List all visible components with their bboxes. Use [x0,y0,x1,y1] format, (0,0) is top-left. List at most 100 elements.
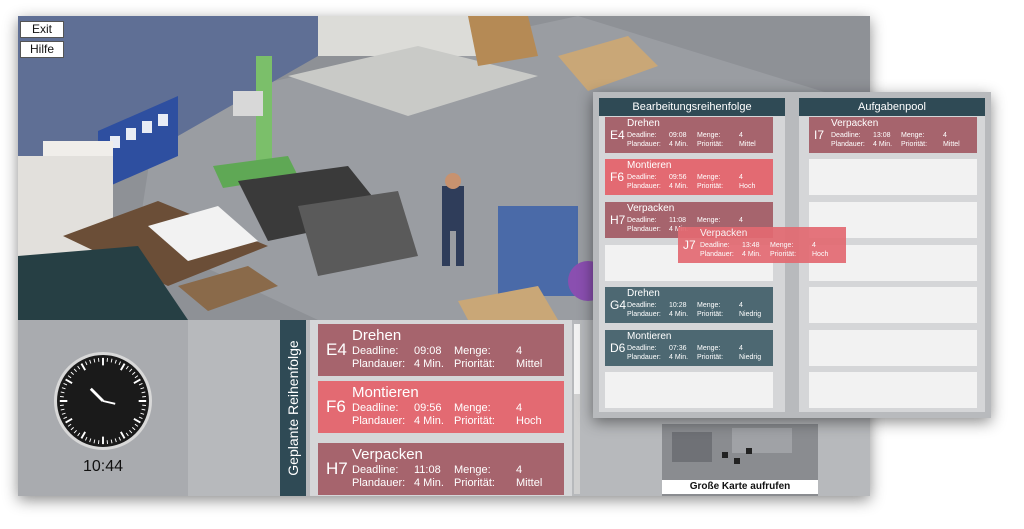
clock-tick [118,361,121,366]
planned-sequence-label: Geplante Reihenfolge [280,320,306,496]
clock-tick [129,368,133,373]
exit-button[interactable]: Exit [20,21,64,38]
clock-tick [141,391,146,394]
clock-tick [63,416,68,419]
duration-label: Plandauer: [627,141,661,148]
queue-card[interactable]: F6 Montieren Deadline: 09:56 Menge: 4 Pland… [318,381,564,433]
deadline-value: 13:48 [742,242,760,249]
task-code: F6 [326,397,346,416]
quantity-label: Menge: [697,132,721,139]
clock-tick [77,432,81,437]
deadline-label: Deadline: [352,464,399,476]
clock-tick [73,368,77,373]
priority-value: Mittel [943,141,960,148]
priority-label: Priorität: [697,141,724,148]
quantity-label: Menge: [454,464,491,476]
quantity-value: 4 [812,242,816,249]
clock-tick [133,378,141,384]
quantity-label: Menge: [697,174,721,181]
deadline-label: Deadline: [700,242,730,249]
task-code: E4 [610,128,625,142]
sequence-card[interactable]: D6 Montieren Deadline: 07:36 Menge: 4 Pland… [605,330,773,366]
task-title: Drehen [352,327,402,344]
duration-label: Plandauer: [352,477,406,489]
sequence-card[interactable]: E4 Drehen Deadline: 09:08 Menge: 4 Plandaue… [605,117,773,153]
clock-tick [61,412,66,415]
deadline-value: 09:08 [414,345,442,357]
worker[interactable] [442,186,464,231]
quantity-value: 4 [516,402,523,414]
quantity-label: Menge: [697,345,721,352]
deadline-value: 11:08 [414,464,441,476]
empty-slot[interactable] [809,372,977,408]
task-code: G4 [610,298,627,312]
empty-slot[interactable] [809,330,977,366]
clock-tick [114,359,117,364]
duration-value: 4 Min. [669,141,689,148]
open-map-button[interactable]: Große Karte aufrufen [662,480,818,494]
clock-tick [140,412,145,415]
priority-value: Niedrig [739,354,762,361]
clock-tick [125,365,129,370]
queue-card[interactable]: E4 Drehen Deadline: 09:08 Menge: 4 Plandaue… [318,324,564,376]
priority-label: Priorität: [770,251,797,258]
task-planning-window: Bearbeitungsreihenfolge Aufgabenpool E4 … [593,92,991,418]
task-code: D6 [610,341,626,355]
priority-value: Hoch [812,251,829,258]
priority-value: Mittel [516,358,543,370]
clock-tick [120,363,126,371]
clock-tick [93,439,96,444]
deadline-value: 07:36 [669,345,687,352]
task-code: H7 [326,459,348,478]
deadline-label: Deadline: [352,402,399,414]
task-code: E4 [326,340,347,359]
queue-scrollbar-thumb[interactable] [574,324,580,394]
priority-value: Mittel [739,141,756,148]
clock-tick [140,387,145,390]
queue-card[interactable]: H7 Verpacken Deadline: 11:08 Menge: 4 Pland… [318,443,564,495]
clock-tick [131,427,136,431]
dragged-card[interactable]: J7 Verpacken Deadline: 13:48 Menge: 4 Pland… [678,227,846,263]
priority-label: Priorität: [697,354,724,361]
task-pool-header: Aufgabenpool [799,98,985,116]
task-title: Montieren [352,384,419,401]
duration-value: 4 Min. [873,141,893,148]
duration-value: 4 Min. [414,415,444,427]
quantity-value: 4 [516,464,523,476]
deadline-label: Deadline: [627,217,657,224]
deadline-label: Deadline: [627,302,657,309]
task-title: Montieren [627,160,672,171]
clock-tick [70,371,75,375]
empty-slot[interactable] [809,159,977,195]
clock-tick [67,375,72,379]
sequence-card[interactable]: F6 Montieren Deadline: 09:56 Menge: 4 Pland… [605,159,773,195]
quantity-label: Menge: [697,217,721,224]
clock-tick [120,431,126,439]
clock-tick [131,371,136,375]
pool-card[interactable]: I7 Verpacken Deadline: 13:08 Menge: 4 Pland… [809,117,977,153]
quantity-value: 4 [739,174,743,181]
priority-value: Hoch [739,183,756,190]
help-button[interactable]: Hilfe [20,41,64,58]
clock-tick [80,431,86,439]
quantity-label: Menge: [697,302,721,309]
clock-tick [133,418,141,424]
planned-sequence-list: E4 Drehen Deadline: 09:08 Menge: 4 Plandaue… [310,320,572,496]
deadline-label: Deadline: [627,174,657,181]
priority-value: Hoch [516,415,542,427]
duration-label: Plandauer: [700,251,734,258]
clock-tick [77,365,81,370]
storage-shelf [498,206,578,296]
duration-value: 4 Min. [742,251,762,258]
deadline-value: 09:08 [669,132,687,139]
clock-time: 10:44 [82,458,124,475]
deadline-label: Deadline: [627,132,657,139]
duration-label: Plandauer: [352,415,406,427]
sequence-card[interactable]: G4 Drehen Deadline: 10:28 Menge: 4 Plandaue… [605,287,773,323]
clock-tick [110,439,113,444]
clock-tick [70,427,75,431]
task-title: Montieren [627,331,672,342]
priority-value: Niedrig [739,311,762,318]
empty-slot[interactable] [809,287,977,323]
empty-slot[interactable] [605,372,773,408]
